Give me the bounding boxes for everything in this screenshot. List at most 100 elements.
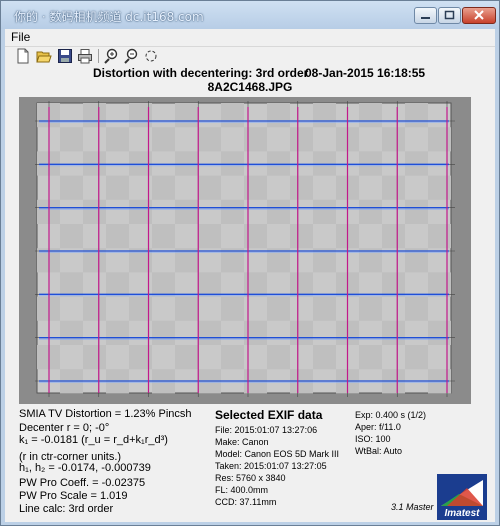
chart-tile: [313, 151, 336, 176]
chart-tile: [313, 199, 336, 224]
chart-tile: [313, 296, 336, 321]
chart-tile: [175, 103, 198, 128]
h-values: h₁, h₂ = -0.0174, -0.000739: [19, 462, 151, 474]
chart-tile: [267, 345, 290, 370]
chart-tile: [198, 320, 221, 345]
maximize-icon: [444, 10, 455, 20]
chart-tile: [175, 248, 198, 273]
window-title: 你的 · 数码相机频道 dc.it168.com: [14, 10, 204, 24]
chart-tile: [359, 296, 382, 321]
chart-tile: [267, 296, 290, 321]
chart-tile: [60, 127, 83, 152]
exif-ccd: CCD: 37.11mm: [215, 497, 277, 507]
chart-tile: [175, 151, 198, 176]
smia-distortion: SMIA TV Distortion = 1.23% Pincsh: [19, 408, 192, 420]
chart-tile: [405, 199, 428, 224]
close-icon: [474, 10, 484, 20]
pw-pro-scale: PW Pro Scale = 1.019: [19, 490, 128, 502]
new-icon[interactable]: [15, 48, 31, 64]
chart-tile: [405, 151, 428, 176]
exif-fl: FL: 400.0mm: [215, 485, 269, 495]
pw-pro-coeff: PW Pro Coeff. = -0.02375: [19, 477, 146, 489]
chart-filename: 8A2C1468.JPG: [207, 80, 293, 94]
chart-tile: [152, 224, 175, 249]
refresh-icon[interactable]: [143, 48, 159, 64]
chart-tile: [267, 248, 290, 273]
exif-taken: Taken: 2015:01:07 13:27:05: [215, 461, 327, 471]
chart-tile: [313, 248, 336, 273]
chart-tile: [290, 175, 313, 200]
distortion-plot: [19, 97, 471, 404]
exif-wb: WtBal: Auto: [355, 446, 403, 456]
imatest-logo: Imatest: [437, 474, 487, 520]
exif-title: Selected EXIF data: [215, 408, 323, 422]
chart-tile: [83, 103, 106, 128]
chart-tile: [290, 320, 313, 345]
chart-tile: [198, 224, 221, 249]
chart-tile: [152, 127, 175, 152]
chart-tile: [359, 345, 382, 370]
line-calc: Line calc: 3rd order: [19, 503, 114, 515]
chart-tile: [267, 151, 290, 176]
zoom-in-icon[interactable]: [103, 48, 119, 64]
maximize-button[interactable]: [438, 7, 461, 24]
minimize-button[interactable]: [414, 7, 437, 24]
chart-tile: [106, 127, 129, 152]
chart-tile: [60, 272, 83, 297]
chart-tile: [106, 320, 129, 345]
chart-tile: [405, 345, 428, 370]
chart-tile: [405, 248, 428, 273]
chart-tile: [106, 224, 129, 249]
chart-date: 08-Jan-2015 16:18:55: [305, 66, 426, 80]
chart-tile: [359, 103, 382, 128]
version-label: 3.1 Master: [391, 502, 434, 512]
chart-tile: [382, 224, 405, 249]
chart-tile: [83, 345, 106, 370]
chart-tile: [221, 248, 244, 273]
open-folder-icon[interactable]: [36, 48, 52, 64]
zoom-out-icon[interactable]: [123, 48, 139, 64]
save-icon[interactable]: [57, 48, 73, 64]
chart-tile: [221, 103, 244, 128]
chart-tile: [267, 199, 290, 224]
chart-tile: [359, 199, 382, 224]
chart-tile: [221, 151, 244, 176]
chart-tile: [382, 127, 405, 152]
chart-tile: [359, 248, 382, 273]
toolbar: [5, 46, 495, 64]
chart-tile: [382, 272, 405, 297]
exif-file: File: 2015:01:07 13:27:06: [215, 425, 318, 435]
minimize-icon: [421, 17, 430, 19]
chart-tile: [290, 272, 313, 297]
exif-exp: Exp: 0.400 s (1/2): [355, 410, 427, 420]
k1-value: k₁ = -0.0181 (r_u = r_d+k₁r_d³): [19, 434, 168, 446]
chart-tile: [106, 272, 129, 297]
close-button[interactable]: [462, 7, 496, 24]
chart-tile: [198, 127, 221, 152]
chart-tile: [83, 199, 106, 224]
chart-tile: [106, 175, 129, 200]
main-content: Distortion with decentering: 3rd order 0…: [5, 64, 495, 522]
title-bar[interactable]: 你的 · 数码相机频道 dc.it168.com: [1, 1, 499, 29]
chart-tile: [382, 175, 405, 200]
menu-file[interactable]: File: [11, 30, 30, 44]
print-icon[interactable]: [77, 48, 93, 64]
exif-aper: Aper: f/11.0: [355, 422, 401, 432]
exif-iso: ISO: 100: [355, 434, 391, 444]
chart-tile: [175, 345, 198, 370]
chart-tile: [267, 103, 290, 128]
chart-tile: [221, 345, 244, 370]
exif-make: Make: Canon: [215, 437, 269, 447]
chart-tile: [313, 103, 336, 128]
toolbar-separator: [98, 49, 99, 63]
chart-tile: [83, 296, 106, 321]
app-window: 你的 · 数码相机频道 dc.it168.com File Distortion…: [0, 0, 500, 526]
chart-tile: [60, 224, 83, 249]
chart-tile: [221, 199, 244, 224]
chart-tile: [198, 272, 221, 297]
exif-res: Res: 5760 x 3840: [215, 473, 286, 483]
chart-tile: [290, 127, 313, 152]
chart-tile: [60, 175, 83, 200]
logo-text: Imatest: [444, 508, 480, 519]
chart-tile: [382, 320, 405, 345]
